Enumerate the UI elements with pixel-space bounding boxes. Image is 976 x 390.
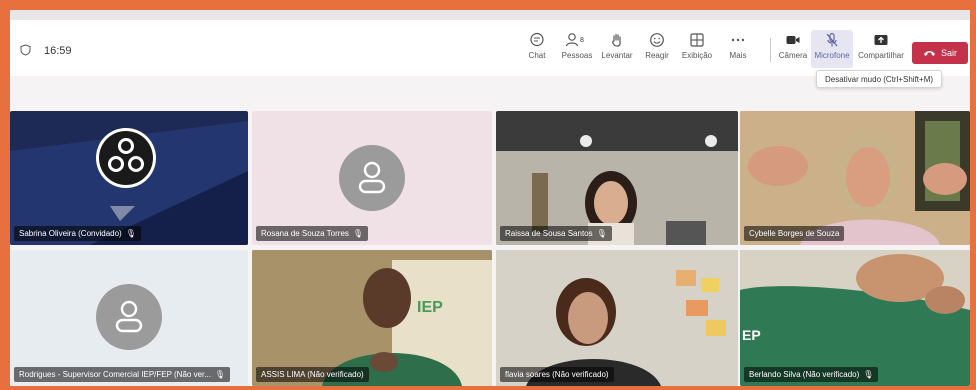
mic-off-icon: 🎙 <box>125 229 136 238</box>
smiley-icon <box>650 33 664 47</box>
participant-name-tag: Raissa de Sousa Santos 🎙 <box>500 226 612 241</box>
camera-button[interactable]: Câmera <box>773 32 813 60</box>
view-label: Exibição <box>681 51 713 60</box>
participant-name: Rosana de Souza Torres <box>261 229 349 238</box>
more-label: Mais <box>729 51 747 60</box>
video-background <box>740 111 970 245</box>
person-icon <box>358 161 386 194</box>
camera-icon <box>786 36 800 44</box>
participant-tile-6[interactable]: IEP ASSIS LIMA (Não verificado) <box>252 250 492 386</box>
participant-name-tag: Rosana de Souza Torres 🎙 <box>256 226 369 241</box>
people-label: Pessoas <box>561 51 593 60</box>
hand-icon <box>612 33 621 47</box>
obs-logo-icon <box>96 128 156 188</box>
video-background <box>496 250 738 386</box>
participant-tile-2[interactable]: Rosana de Souza Torres 🎙 <box>252 111 492 245</box>
chat-button[interactable]: Chat <box>517 32 557 60</box>
leave-label: Sair <box>940 48 957 58</box>
people-count: 8 <box>580 37 584 44</box>
participant-tile-3[interactable]: Raissa de Sousa Santos 🎙 <box>496 111 738 245</box>
participant-name: ASSIS LIMA (Não verificado) <box>261 370 364 379</box>
participant-tile-1[interactable]: Sabrina Oliveira (Convidado) 🎙 <box>10 111 248 245</box>
participant-name-tag: ASSIS LIMA (Não verificado) <box>256 367 369 382</box>
mic-off-icon: 🎙 <box>352 229 364 238</box>
share-button[interactable]: Compartilhar <box>857 32 905 60</box>
share-icon <box>874 35 888 45</box>
grid-view-icon <box>690 33 704 47</box>
mic-off-icon: 🎙 <box>596 229 607 238</box>
participant-tile-8[interactable]: EP Berlando Silva (Não verificado) 🎙 <box>740 250 970 386</box>
leave-button[interactable]: Sair <box>912 42 968 64</box>
view-button[interactable]: Exibição <box>677 32 717 60</box>
participant-name: Raissa de Sousa Santos <box>505 229 593 238</box>
meeting-window: 16:59 Chat 8 Pessoas Levantar Reagir Exi… <box>10 10 970 386</box>
participant-name-tag: Berlando Silva (Não verificado) 🎙 <box>744 367 879 382</box>
title-strip <box>10 10 970 20</box>
microphone-label: Microfone <box>814 51 850 60</box>
react-button[interactable]: Reagir <box>637 32 677 60</box>
react-label: Reagir <box>645 51 669 60</box>
participant-name-tag: Cybelle Borges de Souza <box>744 226 845 241</box>
camera-label: Câmera <box>778 51 808 60</box>
toolbar-divider <box>770 38 771 62</box>
raise-hand-label: Levantar <box>601 51 633 60</box>
hang-up-icon <box>923 51 935 56</box>
participant-name-tag: flavia soares (Não verificado) <box>500 367 614 382</box>
meeting-timer: 16:59 <box>44 45 72 57</box>
participant-name-tag: Rodrigues - Supervisor Comercial IEP/FEP… <box>14 367 231 382</box>
participant-name: Cybelle Borges de Souza <box>749 229 840 238</box>
video-background: EP <box>740 250 970 386</box>
avatar <box>339 145 405 211</box>
person-icon <box>115 300 143 333</box>
people-icon: 8 <box>565 33 584 47</box>
share-label: Compartilhar <box>858 51 904 60</box>
participant-tile-7[interactable]: flavia soares (Não verificado) <box>496 250 738 386</box>
participant-name-tag: Sabrina Oliveira (Convidado) 🎙 <box>14 226 141 241</box>
people-button[interactable]: 8 Pessoas <box>557 32 597 60</box>
mic-off-icon: 🎙 <box>863 370 874 379</box>
video-background: IEP <box>252 250 492 386</box>
avatar <box>96 284 162 350</box>
svg-text:IEP: IEP <box>417 299 443 316</box>
participant-name: Sabrina Oliveira (Convidado) <box>19 229 122 238</box>
mic-tooltip: Desativar mudo (Ctrl+Shift+M) <box>816 70 943 88</box>
participant-tile-4[interactable]: Cybelle Borges de Souza <box>740 111 970 245</box>
microphone-muted-icon <box>826 32 838 47</box>
more-button[interactable]: Mais <box>718 32 758 60</box>
shield-icon <box>20 44 31 56</box>
svg-text:EP: EP <box>742 327 761 343</box>
participant-tile-5[interactable]: Rodrigues - Supervisor Comercial IEP/FEP… <box>10 250 248 386</box>
mic-off-icon: 🎙 <box>214 370 226 379</box>
microphone-button[interactable]: Microfone <box>811 30 853 68</box>
participant-name: Berlando Silva (Não verificado) <box>749 370 860 379</box>
more-icon <box>731 38 745 42</box>
chat-label: Chat <box>528 51 546 60</box>
raise-hand-button[interactable]: Levantar <box>597 32 637 60</box>
meeting-toolbar: 16:59 Chat 8 Pessoas Levantar Reagir Exi… <box>10 20 970 76</box>
participant-name: flavia soares (Não verificado) <box>505 370 609 379</box>
chat-icon <box>530 32 544 47</box>
video-background <box>496 111 738 245</box>
participant-name: Rodrigues - Supervisor Comercial IEP/FEP… <box>19 370 211 379</box>
